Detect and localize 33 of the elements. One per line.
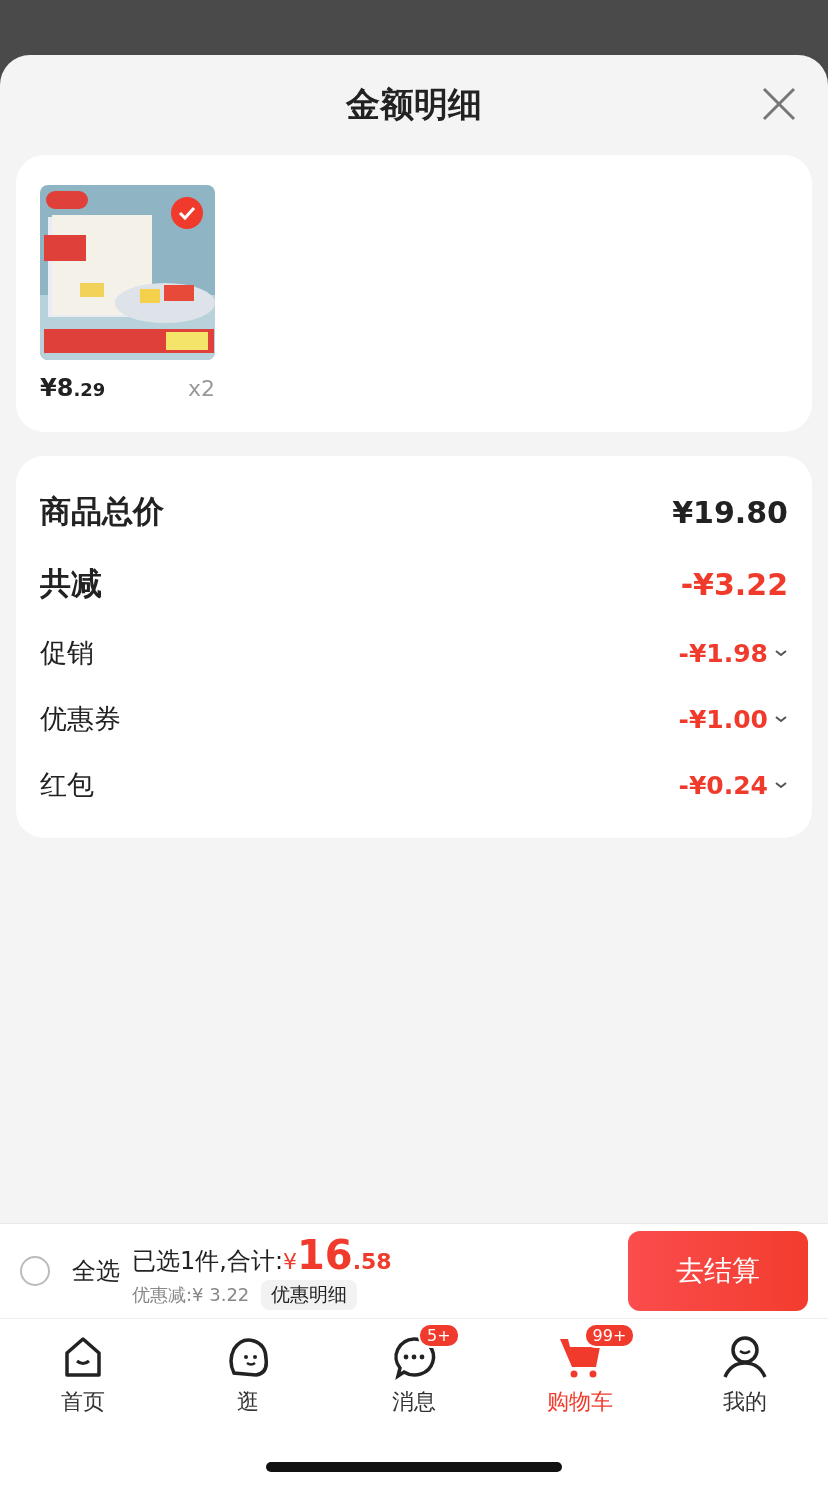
chevron-icon[interactable]: [774, 714, 788, 724]
summary-value: -¥1.00: [678, 704, 768, 734]
product-price: ¥8.29: [40, 374, 106, 402]
tab[interactable]: 我的: [662, 1319, 828, 1417]
tab[interactable]: 99+ 购物车: [496, 1319, 663, 1417]
checkout-button[interactable]: 去结算: [628, 1231, 808, 1311]
total-price: 16.58: [297, 1232, 392, 1278]
chevron-icon[interactable]: [774, 648, 788, 658]
summary-label: 优惠券: [40, 702, 121, 736]
chevron-icon[interactable]: [774, 780, 788, 790]
summary-value: -¥1.98: [678, 638, 768, 668]
tab[interactable]: 5+ 消息: [331, 1319, 497, 1417]
summary-value: ¥19.80: [672, 494, 788, 530]
sheet-title: 金额明细: [346, 83, 482, 126]
count-badge: 99+: [583, 1323, 636, 1348]
tab[interactable]: 首页: [0, 1319, 166, 1417]
tab[interactable]: 逛: [165, 1319, 332, 1417]
select-all-label[interactable]: 全选: [72, 1255, 120, 1287]
summary-label: 商品总价: [40, 492, 164, 531]
count-badge: 5+: [418, 1323, 460, 1348]
close-icon[interactable]: [762, 87, 796, 121]
summary-label: 共减: [40, 564, 102, 603]
quantity-label: x2: [187, 376, 215, 401]
discount-text: 优惠减:¥ 3.22: [132, 1283, 250, 1307]
check-icon[interactable]: [171, 197, 203, 229]
summary-value: -¥3.22: [680, 566, 788, 602]
currency-symbol: ¥: [283, 1249, 297, 1274]
summary-value: -¥0.24: [678, 770, 768, 800]
summary-label: 促销: [40, 636, 94, 670]
discount-detail-button[interactable]: 优惠明细: [261, 1280, 358, 1310]
selected-summary: 已选1件,合计:: [132, 1246, 283, 1277]
summary-label: 红包: [40, 768, 94, 802]
select-all-radio[interactable]: [20, 1256, 50, 1286]
